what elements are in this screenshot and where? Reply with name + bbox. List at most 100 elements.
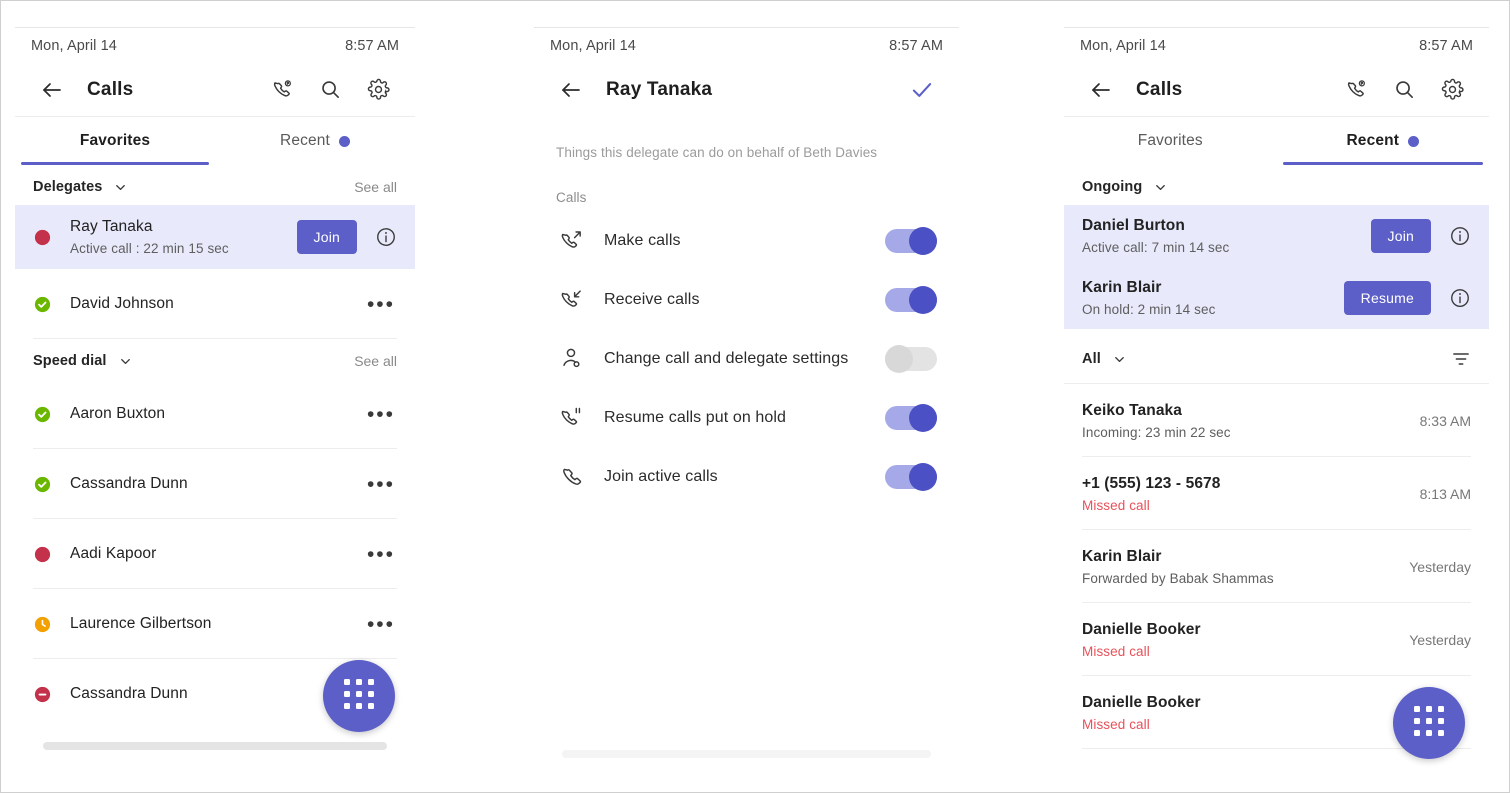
presence-away-icon bbox=[33, 615, 52, 634]
info-icon[interactable] bbox=[1449, 225, 1471, 247]
more-options-icon[interactable]: ••• bbox=[365, 400, 397, 429]
toggle-knob bbox=[909, 285, 937, 314]
info-icon[interactable] bbox=[375, 226, 397, 248]
delegate-text: David Johnson bbox=[70, 295, 174, 313]
info-icon[interactable] bbox=[1449, 287, 1471, 309]
call-park-icon[interactable] bbox=[265, 73, 299, 107]
chevron-down-icon[interactable] bbox=[113, 180, 128, 195]
call-detail: Incoming: 23 min 22 sec bbox=[1082, 424, 1231, 440]
search-icon[interactable] bbox=[1387, 73, 1421, 107]
history-text: Karin Blair Forwarded by Babak Shammas bbox=[1082, 548, 1274, 586]
more-options-icon[interactable]: ••• bbox=[365, 540, 397, 569]
call-hold-icon bbox=[556, 405, 586, 430]
row-meta: Yesterday bbox=[1409, 632, 1471, 648]
change-settings-toggle[interactable] bbox=[885, 344, 937, 373]
arrow-left-icon[interactable] bbox=[35, 73, 69, 107]
contact-name: Laurence Gilbertson bbox=[70, 615, 212, 632]
phone-panel-calls-recent: Mon, April 14 8:57 AM Calls Favorites Re… bbox=[1064, 27, 1489, 775]
more-options-icon[interactable]: ••• bbox=[365, 290, 397, 319]
row-actions: ••• bbox=[365, 470, 397, 499]
status-bar: Mon, April 14 8:57 AM bbox=[534, 27, 959, 63]
contact-name: Daniel Burton bbox=[1082, 217, 1185, 234]
tab-favorites-label: Favorites bbox=[1137, 132, 1203, 149]
resume-button[interactable]: Resume bbox=[1343, 281, 1431, 315]
permissions-group-label: Calls bbox=[556, 190, 587, 205]
status-date: Mon, April 14 bbox=[1080, 37, 1166, 54]
tab-favorites[interactable]: Favorites bbox=[15, 117, 215, 165]
gear-icon[interactable] bbox=[361, 73, 395, 107]
call-history-row[interactable]: +1 (555) 123 - 5678 Missed call 8:13 AM bbox=[1064, 457, 1489, 530]
permission-label: Resume calls put on hold bbox=[604, 408, 787, 426]
section-label: Ongoing bbox=[1082, 179, 1143, 195]
ongoing-text: Karin Blair On hold: 2 min 14 sec bbox=[1082, 279, 1215, 317]
chevron-down-icon[interactable] bbox=[118, 354, 133, 369]
call-park-icon[interactable] bbox=[1339, 73, 1373, 107]
speed-dial-row[interactable]: Laurence Gilbertson ••• bbox=[15, 589, 415, 659]
delegate-note: Things this delegate can do on behalf of… bbox=[556, 145, 878, 160]
ongoing-call-row[interactable]: Karin Blair On hold: 2 min 14 sec Resume bbox=[1064, 267, 1489, 329]
permission-row-resume-hold[interactable]: Resume calls put on hold bbox=[534, 388, 959, 447]
dialpad-fab-button[interactable] bbox=[323, 660, 395, 732]
call-outgoing-icon bbox=[556, 228, 586, 253]
home-indicator-bar[interactable] bbox=[562, 750, 931, 758]
section-header-delegates: Delegates See all bbox=[15, 165, 415, 205]
more-options-icon[interactable]: ••• bbox=[365, 470, 397, 499]
contact-name: Danielle Booker bbox=[1082, 620, 1201, 638]
tab-active-underline bbox=[21, 162, 209, 165]
history-text: +1 (555) 123 - 5678 Missed call bbox=[1082, 475, 1221, 513]
contact-name: Ray Tanaka bbox=[70, 218, 153, 235]
tab-favorites[interactable]: Favorites bbox=[1064, 117, 1277, 165]
history-text: Keiko Tanaka Incoming: 23 min 22 sec bbox=[1082, 402, 1231, 440]
ongoing-text: Daniel Burton Active call: 7 min 14 sec bbox=[1082, 217, 1229, 255]
permission-row-join-active[interactable]: Join active calls bbox=[534, 447, 959, 506]
call-history-row[interactable]: Keiko Tanaka Incoming: 23 min 22 sec 8:3… bbox=[1064, 384, 1489, 457]
delegate-row-active-call[interactable]: Ray Tanaka Active call : 22 min 15 sec J… bbox=[15, 205, 415, 269]
speed-dial-text: Laurence Gilbertson bbox=[70, 615, 211, 633]
row-actions: Resume bbox=[1343, 281, 1471, 315]
call-time: Yesterday bbox=[1409, 631, 1471, 648]
section-label: Delegates bbox=[33, 179, 103, 195]
call-time: 8:13 AM bbox=[1419, 485, 1471, 502]
phone-panel-calls-favorites: Mon, April 14 8:57 AM Calls Favorites Re… bbox=[15, 27, 415, 772]
contact-name: Keiko Tanaka bbox=[1082, 401, 1182, 419]
join-button[interactable]: Join bbox=[296, 220, 357, 254]
speed-dial-row[interactable]: Aaron Buxton ••• bbox=[15, 379, 415, 449]
dialpad-fab-button[interactable] bbox=[1393, 687, 1465, 759]
join-active-calls-toggle[interactable] bbox=[885, 462, 937, 491]
contact-name: Aadi Kapoor bbox=[70, 545, 157, 562]
permission-row-make-calls[interactable]: Make calls bbox=[534, 211, 959, 270]
app-bar: Calls bbox=[1064, 63, 1489, 117]
join-button[interactable]: Join bbox=[1370, 219, 1431, 253]
call-status: Active call: 7 min 14 sec bbox=[1082, 240, 1230, 255]
call-history-row[interactable]: Danielle Booker Missed call Yesterday bbox=[1064, 603, 1489, 676]
arrow-left-icon[interactable] bbox=[1084, 73, 1118, 107]
chevron-down-icon[interactable] bbox=[1153, 180, 1168, 195]
delegate-row[interactable]: David Johnson ••• bbox=[15, 269, 415, 339]
home-indicator-bar[interactable] bbox=[43, 742, 387, 750]
tab-recent[interactable]: Recent bbox=[1277, 117, 1490, 165]
row-actions: ••• bbox=[365, 400, 397, 429]
chevron-down-icon[interactable] bbox=[1112, 352, 1127, 367]
more-options-icon[interactable]: ••• bbox=[365, 610, 397, 639]
ongoing-call-row[interactable]: Daniel Burton Active call: 7 min 14 sec … bbox=[1064, 205, 1489, 267]
row-actions: Join bbox=[1370, 219, 1471, 253]
receive-calls-toggle[interactable] bbox=[885, 285, 937, 314]
tab-recent[interactable]: Recent bbox=[215, 117, 415, 165]
permission-row-receive-calls[interactable]: Receive calls bbox=[534, 270, 959, 329]
contact-name: Karin Blair bbox=[1082, 279, 1162, 296]
checkmark-icon[interactable] bbox=[905, 73, 939, 107]
page-title: Ray Tanaka bbox=[606, 79, 713, 100]
call-history-row[interactable]: Karin Blair Forwarded by Babak Shammas Y… bbox=[1064, 530, 1489, 603]
permission-label: Change call and delegate settings bbox=[604, 349, 849, 367]
speed-dial-row[interactable]: Cassandra Dunn ••• bbox=[15, 449, 415, 519]
arrow-left-icon[interactable] bbox=[554, 73, 588, 107]
see-all-speed-dial-link[interactable]: See all bbox=[354, 353, 397, 369]
speed-dial-row[interactable]: Aadi Kapoor ••• bbox=[15, 519, 415, 589]
gear-icon[interactable] bbox=[1435, 73, 1469, 107]
search-icon[interactable] bbox=[313, 73, 347, 107]
make-calls-toggle[interactable] bbox=[885, 226, 937, 255]
resume-hold-toggle[interactable] bbox=[885, 403, 937, 432]
filter-icon[interactable] bbox=[1451, 349, 1471, 369]
permission-row-change-settings[interactable]: Change call and delegate settings bbox=[534, 329, 959, 388]
see-all-delegates-link[interactable]: See all bbox=[354, 179, 397, 195]
